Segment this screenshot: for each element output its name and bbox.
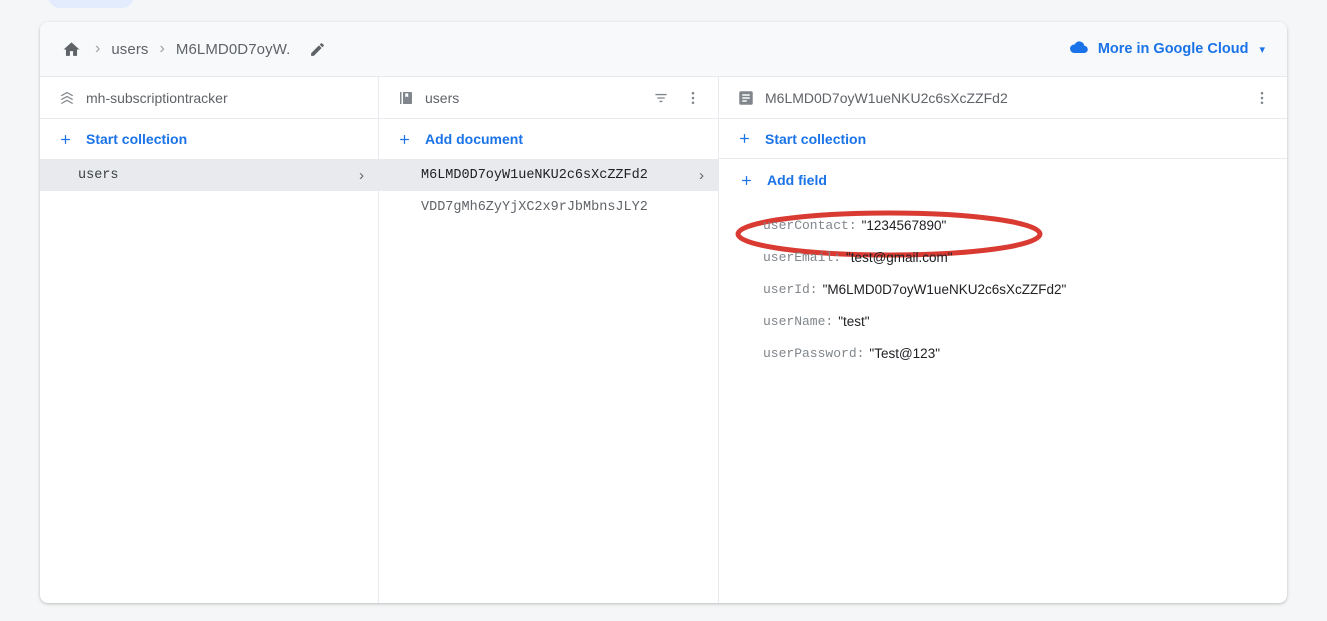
home-icon[interactable] bbox=[58, 36, 84, 62]
cloud-icon bbox=[1068, 36, 1090, 62]
field-key: userId: bbox=[763, 281, 818, 297]
pencil-icon[interactable] bbox=[306, 38, 328, 60]
collection-panel-actions bbox=[648, 85, 706, 111]
field-value: "test@gmail.com" bbox=[846, 249, 953, 265]
firestore-database-icon bbox=[58, 89, 76, 107]
field-key: userEmail: bbox=[763, 249, 842, 265]
document-panel: M6LMD0D7oyW1ueNKU2c6sXcZZFd2 Start colle… bbox=[719, 77, 1287, 603]
database-panel: mh-subscriptiontracker Start collection … bbox=[40, 77, 379, 603]
collection-name: users bbox=[78, 167, 119, 183]
firestore-data-card: › users › M6LMD0D7oyW. More in Google Cl… bbox=[40, 22, 1287, 603]
field-key: userName: bbox=[763, 313, 834, 329]
document-icon bbox=[737, 89, 755, 107]
breadcrumb-item-document[interactable]: M6LMD0D7oyW. bbox=[176, 41, 291, 58]
collection-row-users[interactable]: users › bbox=[40, 159, 378, 191]
add-field-label: Add field bbox=[767, 172, 827, 188]
collection-panel-header: users bbox=[379, 77, 718, 119]
chevron-right-icon: › bbox=[699, 166, 704, 184]
field-value: "test" bbox=[838, 313, 870, 329]
field-row[interactable]: userId: "M6LMD0D7oyW1ueNKU2c6sXcZZFd2" bbox=[763, 273, 1287, 305]
collection-panel: users Add document M6LMD0D7oyW1ueNKU2c6s… bbox=[379, 77, 1043, 603]
breadcrumb-separator-1: › bbox=[95, 40, 101, 57]
add-document-button[interactable]: Add document bbox=[379, 119, 718, 159]
document-row[interactable]: VDD7gMh6ZyYjXC2x9rJbMbnsJLY2 bbox=[379, 191, 718, 223]
field-value: "1234567890" bbox=[861, 217, 947, 233]
more-vert-icon-document[interactable] bbox=[1249, 85, 1275, 111]
document-panel-actions bbox=[1249, 85, 1275, 111]
database-panel-header: mh-subscriptiontracker bbox=[40, 77, 378, 119]
plus-icon bbox=[737, 131, 752, 146]
collection-title: users bbox=[425, 89, 460, 106]
add-field-button[interactable]: Add field bbox=[719, 159, 1287, 201]
field-row[interactable]: userPassword: "Test@123" bbox=[763, 337, 1287, 369]
more-vert-icon-collection[interactable] bbox=[680, 85, 706, 111]
breadcrumb: › users › M6LMD0D7oyW. bbox=[58, 36, 1068, 62]
field-value: "M6LMD0D7oyW1ueNKU2c6sXcZZFd2" bbox=[822, 281, 1067, 297]
filter-icon[interactable] bbox=[648, 85, 674, 111]
document-id: VDD7gMh6ZyYjXC2x9rJbMbnsJLY2 bbox=[421, 199, 648, 215]
field-value: "Test@123" bbox=[869, 345, 940, 361]
more-in-google-cloud-label: More in Google Cloud bbox=[1097, 41, 1249, 57]
document-panel-body: Start collection Add field userContact: … bbox=[719, 119, 1287, 603]
collection-icon bbox=[397, 89, 415, 107]
field-key: userPassword: bbox=[763, 345, 865, 361]
start-collection-label: Start collection bbox=[765, 130, 867, 147]
breadcrumb-bar: › users › M6LMD0D7oyW. More in Google Cl… bbox=[40, 22, 1287, 77]
plus-icon bbox=[739, 173, 754, 188]
plus-icon bbox=[397, 132, 412, 147]
document-title: M6LMD0D7oyW1ueNKU2c6sXcZZFd2 bbox=[765, 89, 1008, 106]
start-collection-button-left[interactable]: Start collection bbox=[40, 119, 378, 159]
breadcrumb-separator-2: › bbox=[159, 40, 165, 57]
collection-panel-body: Add document M6LMD0D7oyW1ueNKU2c6sXcZZFd… bbox=[379, 119, 718, 603]
plus-icon bbox=[58, 132, 73, 147]
field-row[interactable]: userContact: "1234567890" bbox=[763, 209, 1287, 241]
field-row[interactable]: userName: "test" bbox=[763, 305, 1287, 337]
start-collection-button-right[interactable]: Start collection bbox=[719, 119, 1287, 159]
add-document-label: Add document bbox=[425, 131, 523, 147]
chevron-down-icon[interactable]: ▾ bbox=[1259, 43, 1265, 56]
more-in-google-cloud-link[interactable]: More in Google Cloud ▾ bbox=[1068, 36, 1269, 62]
database-name: mh-subscriptiontracker bbox=[86, 89, 228, 106]
breadcrumb-item-users[interactable]: users bbox=[111, 41, 148, 58]
document-row-selected[interactable]: M6LMD0D7oyW1ueNKU2c6sXcZZFd2 › bbox=[379, 159, 718, 191]
panels-container: mh-subscriptiontracker Start collection … bbox=[40, 77, 1287, 603]
field-key: userContact: bbox=[763, 217, 857, 233]
database-panel-body: Start collection users › bbox=[40, 119, 378, 603]
field-row[interactable]: userEmail: "test@gmail.com" bbox=[763, 241, 1287, 273]
field-list: userContact: "1234567890" userEmail: "te… bbox=[719, 201, 1287, 369]
nav-tab-chip[interactable] bbox=[48, 0, 134, 8]
document-id: M6LMD0D7oyW1ueNKU2c6sXcZZFd2 bbox=[421, 167, 648, 183]
start-collection-label: Start collection bbox=[86, 131, 188, 147]
chevron-right-icon: › bbox=[359, 166, 364, 184]
document-panel-header: M6LMD0D7oyW1ueNKU2c6sXcZZFd2 bbox=[719, 77, 1287, 119]
